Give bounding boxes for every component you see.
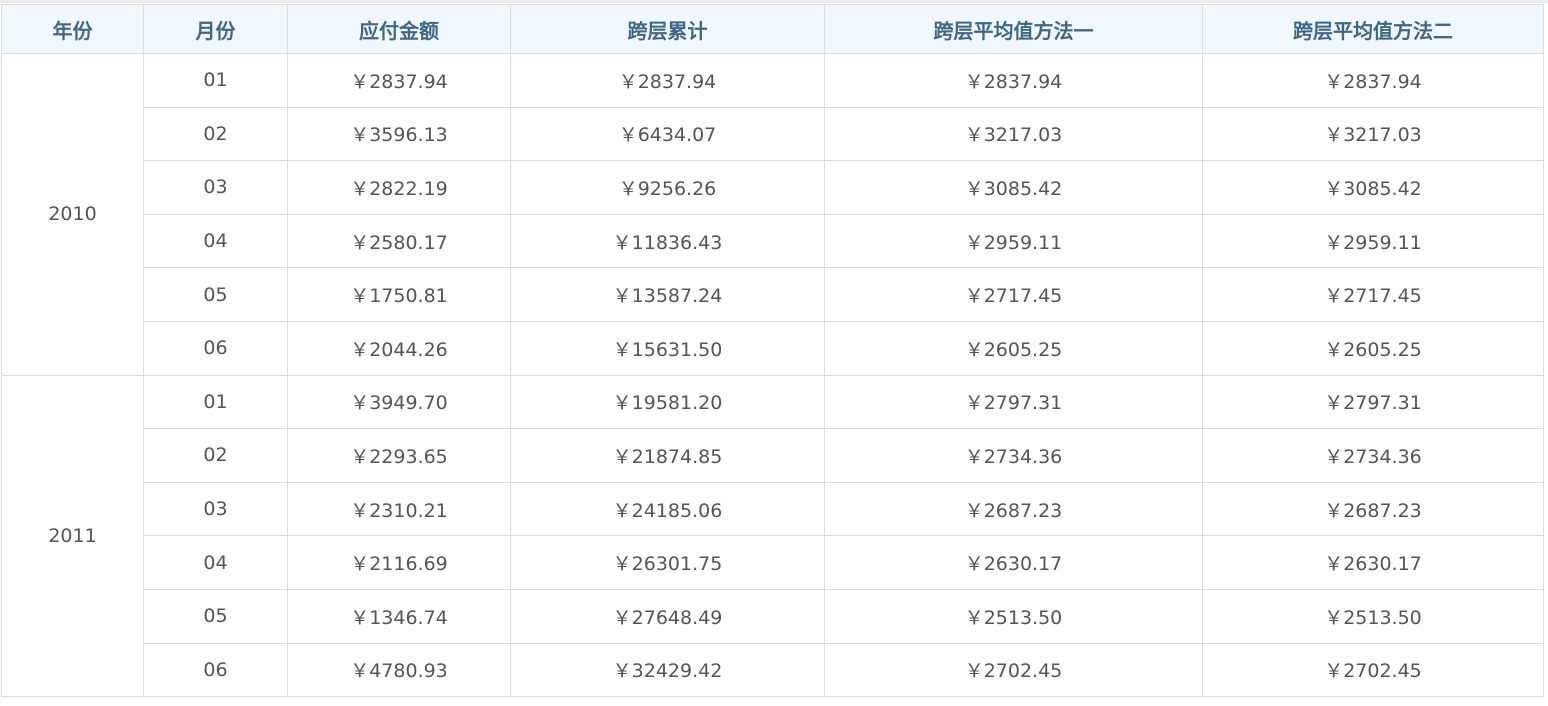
table-row: 06 ￥4780.93 ￥32429.42 ￥2702.45 ￥2702.45 — [2, 642, 1544, 698]
amount-cell: ￥1346.74 — [287, 588, 511, 644]
cumulative-cell: ￥11836.43 — [510, 213, 825, 269]
month-cell: 04 — [143, 213, 288, 269]
table-row: 05 ￥1750.81 ￥13587.24 ￥2717.45 ￥2717.45 — [2, 267, 1544, 322]
avg-method-1-cell: ￥2717.45 — [824, 267, 1203, 322]
cumulative-cell: ￥15631.50 — [510, 320, 825, 376]
amount-cell: ￥3596.13 — [287, 106, 511, 162]
amount-cell: ￥1750.81 — [287, 267, 511, 322]
avg-method-1-cell: ￥2797.31 — [824, 374, 1203, 430]
avg-method-2-cell: ￥3217.03 — [1202, 106, 1544, 162]
cumulative-cell: ￥21874.85 — [510, 428, 825, 483]
month-cell: 01 — [143, 374, 288, 430]
avg-method-1-cell: ￥3085.42 — [824, 160, 1203, 215]
cumulative-cell: ￥26301.75 — [510, 535, 825, 590]
table-row: 04 ￥2580.17 ￥11836.43 ￥2959.11 ￥2959.11 — [2, 213, 1544, 269]
table-row: 2011 01 ￥3949.70 ￥19581.20 ￥2797.31 ￥2797.31 — [1, 374, 1544, 698]
cumulative-cell: ￥2837.94 — [510, 53, 825, 108]
avg-method-1-cell: ￥3217.03 — [824, 106, 1203, 162]
month-cell: 03 — [143, 481, 288, 537]
cumulative-cell: ￥24185.06 — [510, 481, 825, 537]
table-row: 02 ￥3596.13 ￥6434.07 ￥3217.03 ￥3217.03 — [2, 106, 1544, 162]
table-row: 06 ￥2044.26 ￥15631.50 ￥2605.25 ￥2605.25 — [2, 320, 1544, 376]
avg-method-2-cell: ￥2687.23 — [1202, 481, 1544, 537]
month-cell: 02 — [143, 106, 288, 162]
header-avg-method-2: 跨层平均值方法二 — [1202, 4, 1544, 54]
amount-cell: ￥2293.65 — [287, 428, 511, 483]
avg-method-1-cell: ￥2605.25 — [824, 320, 1203, 376]
month-cell: 06 — [143, 642, 288, 698]
cumulative-cell: ￥19581.20 — [510, 374, 825, 430]
avg-method-2-cell: ￥2513.50 — [1202, 588, 1544, 644]
avg-method-1-cell: ￥2687.23 — [824, 481, 1203, 537]
amount-cell: ￥2044.26 — [287, 320, 511, 376]
avg-method-1-cell: ￥2513.50 — [824, 588, 1203, 644]
header-amount: 应付金额 — [287, 4, 511, 54]
month-cell: 03 — [143, 160, 288, 215]
amount-cell: ￥2837.94 — [287, 53, 511, 108]
amount-cell: ￥2580.17 — [287, 213, 511, 269]
avg-method-1-cell: ￥2734.36 — [824, 428, 1203, 483]
cumulative-cell: ￥13587.24 — [510, 267, 825, 322]
table-header: 年份 月份 应付金额 跨层累计 跨层平均值方法一 跨层平均值方法二 — [1, 4, 1544, 54]
header-year: 年份 — [1, 4, 144, 54]
table-row: 2010 01 ￥2837.94 ￥2837.94 ￥2837.94 ￥2837.94 — [1, 53, 1544, 376]
cumulative-cell: ￥27648.49 — [510, 588, 825, 644]
table-body: 2010 01 ￥2837.94 ￥2837.94 ￥2837.94 ￥2837.94 02… — [1, 53, 1544, 698]
month-cell: 01 — [143, 53, 288, 108]
year-cell: 2011 — [1, 374, 144, 698]
report-table: 年份 月份 应付金额 跨层累计 跨层平均值方法一 跨层平均值方法二 2010 01… — [1, 4, 1544, 698]
amount-cell: ￥3949.70 — [287, 374, 511, 430]
avg-method-2-cell: ￥2605.25 — [1202, 320, 1544, 376]
month-cell: 05 — [143, 267, 288, 322]
table-row: 03 ￥2822.19 ￥9256.26 ￥3085.42 ￥3085.42 — [2, 160, 1544, 215]
cumulative-cell: ￥6434.07 — [510, 106, 825, 162]
month-cell: 02 — [143, 428, 288, 483]
avg-method-2-cell: ￥2797.31 — [1202, 374, 1544, 430]
top-divider — [0, 0, 1548, 3]
month-cell: 06 — [143, 320, 288, 376]
avg-method-1-cell: ￥2837.94 — [824, 53, 1203, 108]
table-row: 04 ￥2116.69 ￥26301.75 ￥2630.17 ￥2630.17 — [2, 535, 1544, 590]
amount-cell: ￥2310.21 — [287, 481, 511, 537]
avg-method-2-cell: ￥2717.45 — [1202, 267, 1544, 322]
avg-method-2-cell: ￥3085.42 — [1202, 160, 1544, 215]
avg-method-2-cell: ￥2702.45 — [1202, 642, 1544, 698]
avg-method-1-cell: ￥2702.45 — [824, 642, 1203, 698]
avg-method-1-cell: ￥2959.11 — [824, 213, 1203, 269]
table-row: 05 ￥1346.74 ￥27648.49 ￥2513.50 ￥2513.50 — [2, 588, 1544, 644]
avg-method-2-cell: ￥2959.11 — [1202, 213, 1544, 269]
header-avg-method-1: 跨层平均值方法一 — [824, 4, 1203, 54]
amount-cell: ￥2822.19 — [287, 160, 511, 215]
header-row: 年份 月份 应付金额 跨层累计 跨层平均值方法一 跨层平均值方法二 — [1, 4, 1544, 54]
avg-method-2-cell: ￥2734.36 — [1202, 428, 1544, 483]
avg-method-1-cell: ￥2630.17 — [824, 535, 1203, 590]
month-cell: 04 — [143, 535, 288, 590]
cumulative-cell: ￥9256.26 — [510, 160, 825, 215]
amount-cell: ￥2116.69 — [287, 535, 511, 590]
avg-method-2-cell: ￥2630.17 — [1202, 535, 1544, 590]
amount-cell: ￥4780.93 — [287, 642, 511, 698]
header-cumulative: 跨层累计 — [510, 4, 825, 54]
table-row: 03 ￥2310.21 ￥24185.06 ￥2687.23 ￥2687.23 — [2, 481, 1544, 537]
table-row: 02 ￥2293.65 ￥21874.85 ￥2734.36 ￥2734.36 — [2, 428, 1544, 483]
cumulative-cell: ￥32429.42 — [510, 642, 825, 698]
header-month: 月份 — [143, 4, 288, 54]
year-cell: 2010 — [1, 53, 144, 376]
avg-method-2-cell: ￥2837.94 — [1202, 53, 1544, 108]
month-cell: 05 — [143, 588, 288, 644]
